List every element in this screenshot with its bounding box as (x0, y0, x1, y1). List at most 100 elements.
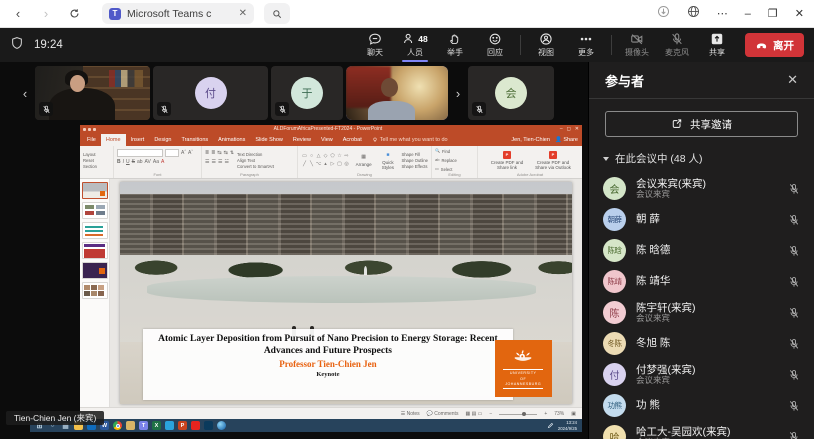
download-icon[interactable] (657, 5, 670, 23)
avatar: 于 (291, 77, 323, 109)
globe-icon[interactable] (687, 5, 700, 23)
participant-name: 陈宇轩(来宾) (636, 302, 778, 314)
browser-tab[interactable]: T Microsoft Teams c ✕ (102, 3, 254, 24)
ppt-tab-transitions[interactable]: Transitions (176, 134, 213, 146)
taskbar-icon-photoshop[interactable] (204, 421, 213, 430)
avatar: 会 (495, 77, 527, 109)
taskbar-icon-photos[interactable] (165, 421, 174, 430)
zoom-in-icon[interactable]: + (544, 411, 547, 417)
slide-thumbnail-5[interactable] (82, 262, 108, 279)
tab-search-button[interactable] (264, 3, 290, 24)
share-invite-button[interactable]: 共享邀请 (605, 111, 798, 137)
in-meeting-section-header[interactable]: 在此会议中 (48 人) (589, 141, 814, 168)
ribbon-group-acrobat[interactable]: PCreate PDF and Share link PCreate PDF a… (478, 146, 582, 178)
comments-button[interactable]: 💬 Comments (427, 411, 459, 417)
tell-me-box[interactable]: Tell me what you want to do (367, 134, 453, 146)
ppt-tab-review[interactable]: Review (288, 134, 316, 146)
active-speaker-tile[interactable] (346, 66, 448, 120)
slide-title: Atomic Layer Deposition from Pursuit of … (143, 333, 514, 358)
view-button[interactable]: 视图 (526, 28, 566, 62)
taskbar-icon-teams[interactable]: T (139, 421, 148, 430)
strip-next-icon[interactable]: › (451, 86, 465, 101)
participant-name: 陈 靖华 (636, 275, 778, 287)
share-button[interactable]: 共享 (697, 28, 737, 62)
ribbon-group-font[interactable]: AˆAˇ BIUSabAVAaA Font (114, 146, 202, 178)
taskbar-icon-powerpoint[interactable]: P (178, 421, 187, 430)
ppt-tab-acrobat[interactable]: Acrobat (338, 134, 367, 146)
ppt-tab-design[interactable]: Design (149, 134, 176, 146)
ppt-tab-file[interactable]: File (82, 134, 101, 146)
people-button[interactable]: 48 人员 (395, 28, 435, 62)
strip-prev-icon[interactable]: ‹ (18, 86, 32, 101)
mic-off-icon (788, 307, 800, 319)
slide-subtitle: Keynote (143, 371, 514, 378)
taskbar-icon-excel[interactable]: X (152, 421, 161, 430)
slide-thumbnail-3[interactable] (82, 222, 108, 239)
close-icon[interactable]: ✕ (795, 7, 804, 20)
participant-row[interactable]: 付付梦强(来宾)会议来宾 (589, 359, 814, 390)
participant-row[interactable]: 冬陈冬旭 陈 (589, 328, 814, 359)
participant-row[interactable]: 功熊功 熊 (589, 390, 814, 421)
slide-canvas: Atomic Layer Deposition from Pursuit of … (110, 179, 582, 407)
taskbar-icon-chrome[interactable] (113, 421, 122, 430)
mic-off-icon (39, 102, 53, 116)
avatar-tile[interactable]: 付 (153, 66, 268, 120)
tab-title: Microsoft Teams c (127, 8, 233, 20)
slide-thumbnail-6[interactable] (82, 282, 108, 299)
participant-row[interactable]: 陈靖陈 靖华 (589, 266, 814, 297)
ppt-tab-animations[interactable]: Animations (213, 134, 250, 146)
participant-avatar: 陈晗 (603, 239, 626, 262)
participant-row[interactable]: 会会议来宾(来宾)会议来宾 (589, 173, 814, 204)
chat-button[interactable]: 聊天 (355, 28, 395, 62)
back-icon[interactable]: ‹ (10, 6, 26, 22)
browser-more-icon[interactable]: ⋯ (717, 7, 728, 20)
ppt-tab-insert[interactable]: Insert (126, 134, 150, 146)
raise-hand-button[interactable]: 举手 (435, 28, 475, 62)
pen-icon (547, 422, 554, 429)
taskbar-icon-edge[interactable] (217, 421, 226, 430)
slide-speaker: Professor Tien-Chien Jen (143, 359, 514, 369)
ppt-tab-slide-show[interactable]: Slide Show (250, 134, 288, 146)
restore-icon[interactable]: ❐ (768, 7, 778, 20)
ppt-share-button[interactable]: 👤 Share (555, 137, 578, 143)
react-button[interactable]: 回应 (475, 28, 515, 62)
mic-off-icon (788, 400, 800, 412)
panel-close-icon[interactable]: ✕ (787, 72, 798, 88)
mic-button[interactable]: 麦克风 (657, 28, 697, 62)
zoom-out-icon[interactable]: − (489, 411, 492, 417)
minimize-icon[interactable]: – (745, 8, 751, 20)
tab-close-icon[interactable]: ✕ (239, 8, 247, 19)
participant-row[interactable]: 朝薛朝 薛 (589, 204, 814, 235)
ppt-window-controls[interactable]: –◻✕ (560, 125, 579, 134)
avatar-tile[interactable]: 会 (468, 66, 554, 120)
avatar-tile[interactable]: 于 (271, 66, 343, 120)
camera-button[interactable]: 摄像头 (617, 28, 657, 62)
participant-row[interactable]: 陈晗陈 晗德 (589, 235, 814, 266)
forward-icon[interactable]: › (38, 6, 54, 22)
slide-thumbnail-4[interactable] (82, 242, 108, 259)
zoom-slider[interactable] (499, 414, 537, 415)
taskbar-icon-acrobat[interactable] (191, 421, 200, 430)
fit-slide-icon[interactable]: ▣ (571, 411, 576, 417)
quick-access-toolbar[interactable] (83, 128, 96, 131)
notes-button[interactable]: ☰ Notes (401, 411, 420, 417)
view-buttons[interactable]: ▦ ▤ ▭ (465, 411, 482, 417)
zoom-level[interactable]: 73% (554, 411, 564, 417)
leave-button[interactable]: 离开 (745, 33, 804, 57)
ribbon-group-editing[interactable]: 🔍Find abReplace ▭Select Editing (432, 146, 478, 178)
more-button[interactable]: 更多 (566, 28, 606, 62)
refresh-icon[interactable] (66, 6, 82, 22)
participant-row[interactable]: 陈陈宇轩(来宾)会议来宾 (589, 297, 814, 328)
ppt-tab-home[interactable]: Home (101, 134, 126, 146)
taskbar-icon-folder[interactable] (126, 421, 135, 430)
video-tile-participant[interactable] (35, 66, 150, 120)
ribbon-group-drawing[interactable]: ▭○△◇⬠☆⇨ ╱╲⌥▴▷▢◎ ▦Arrange ■Quick Styles S… (298, 146, 432, 178)
participant-row[interactable]: 哈哈工大-吴园欢(来宾)会议来宾 (589, 421, 814, 439)
slide-thumbnail-2[interactable] (82, 202, 108, 219)
ppt-tab-view[interactable]: View (316, 134, 338, 146)
ribbon-group-paragraph[interactable]: ≣≣↹↹⇅ ☰☰☰☱ Text Direction Align Text Con… (202, 146, 298, 178)
slide-thumbnail-panel[interactable] (80, 179, 110, 407)
taskbar-clock[interactable]: 13:24 2024/9/25 (547, 420, 577, 431)
ribbon-group-slides[interactable]: Layout Reset Section (80, 146, 114, 178)
slide-thumbnail-1[interactable] (82, 182, 108, 199)
